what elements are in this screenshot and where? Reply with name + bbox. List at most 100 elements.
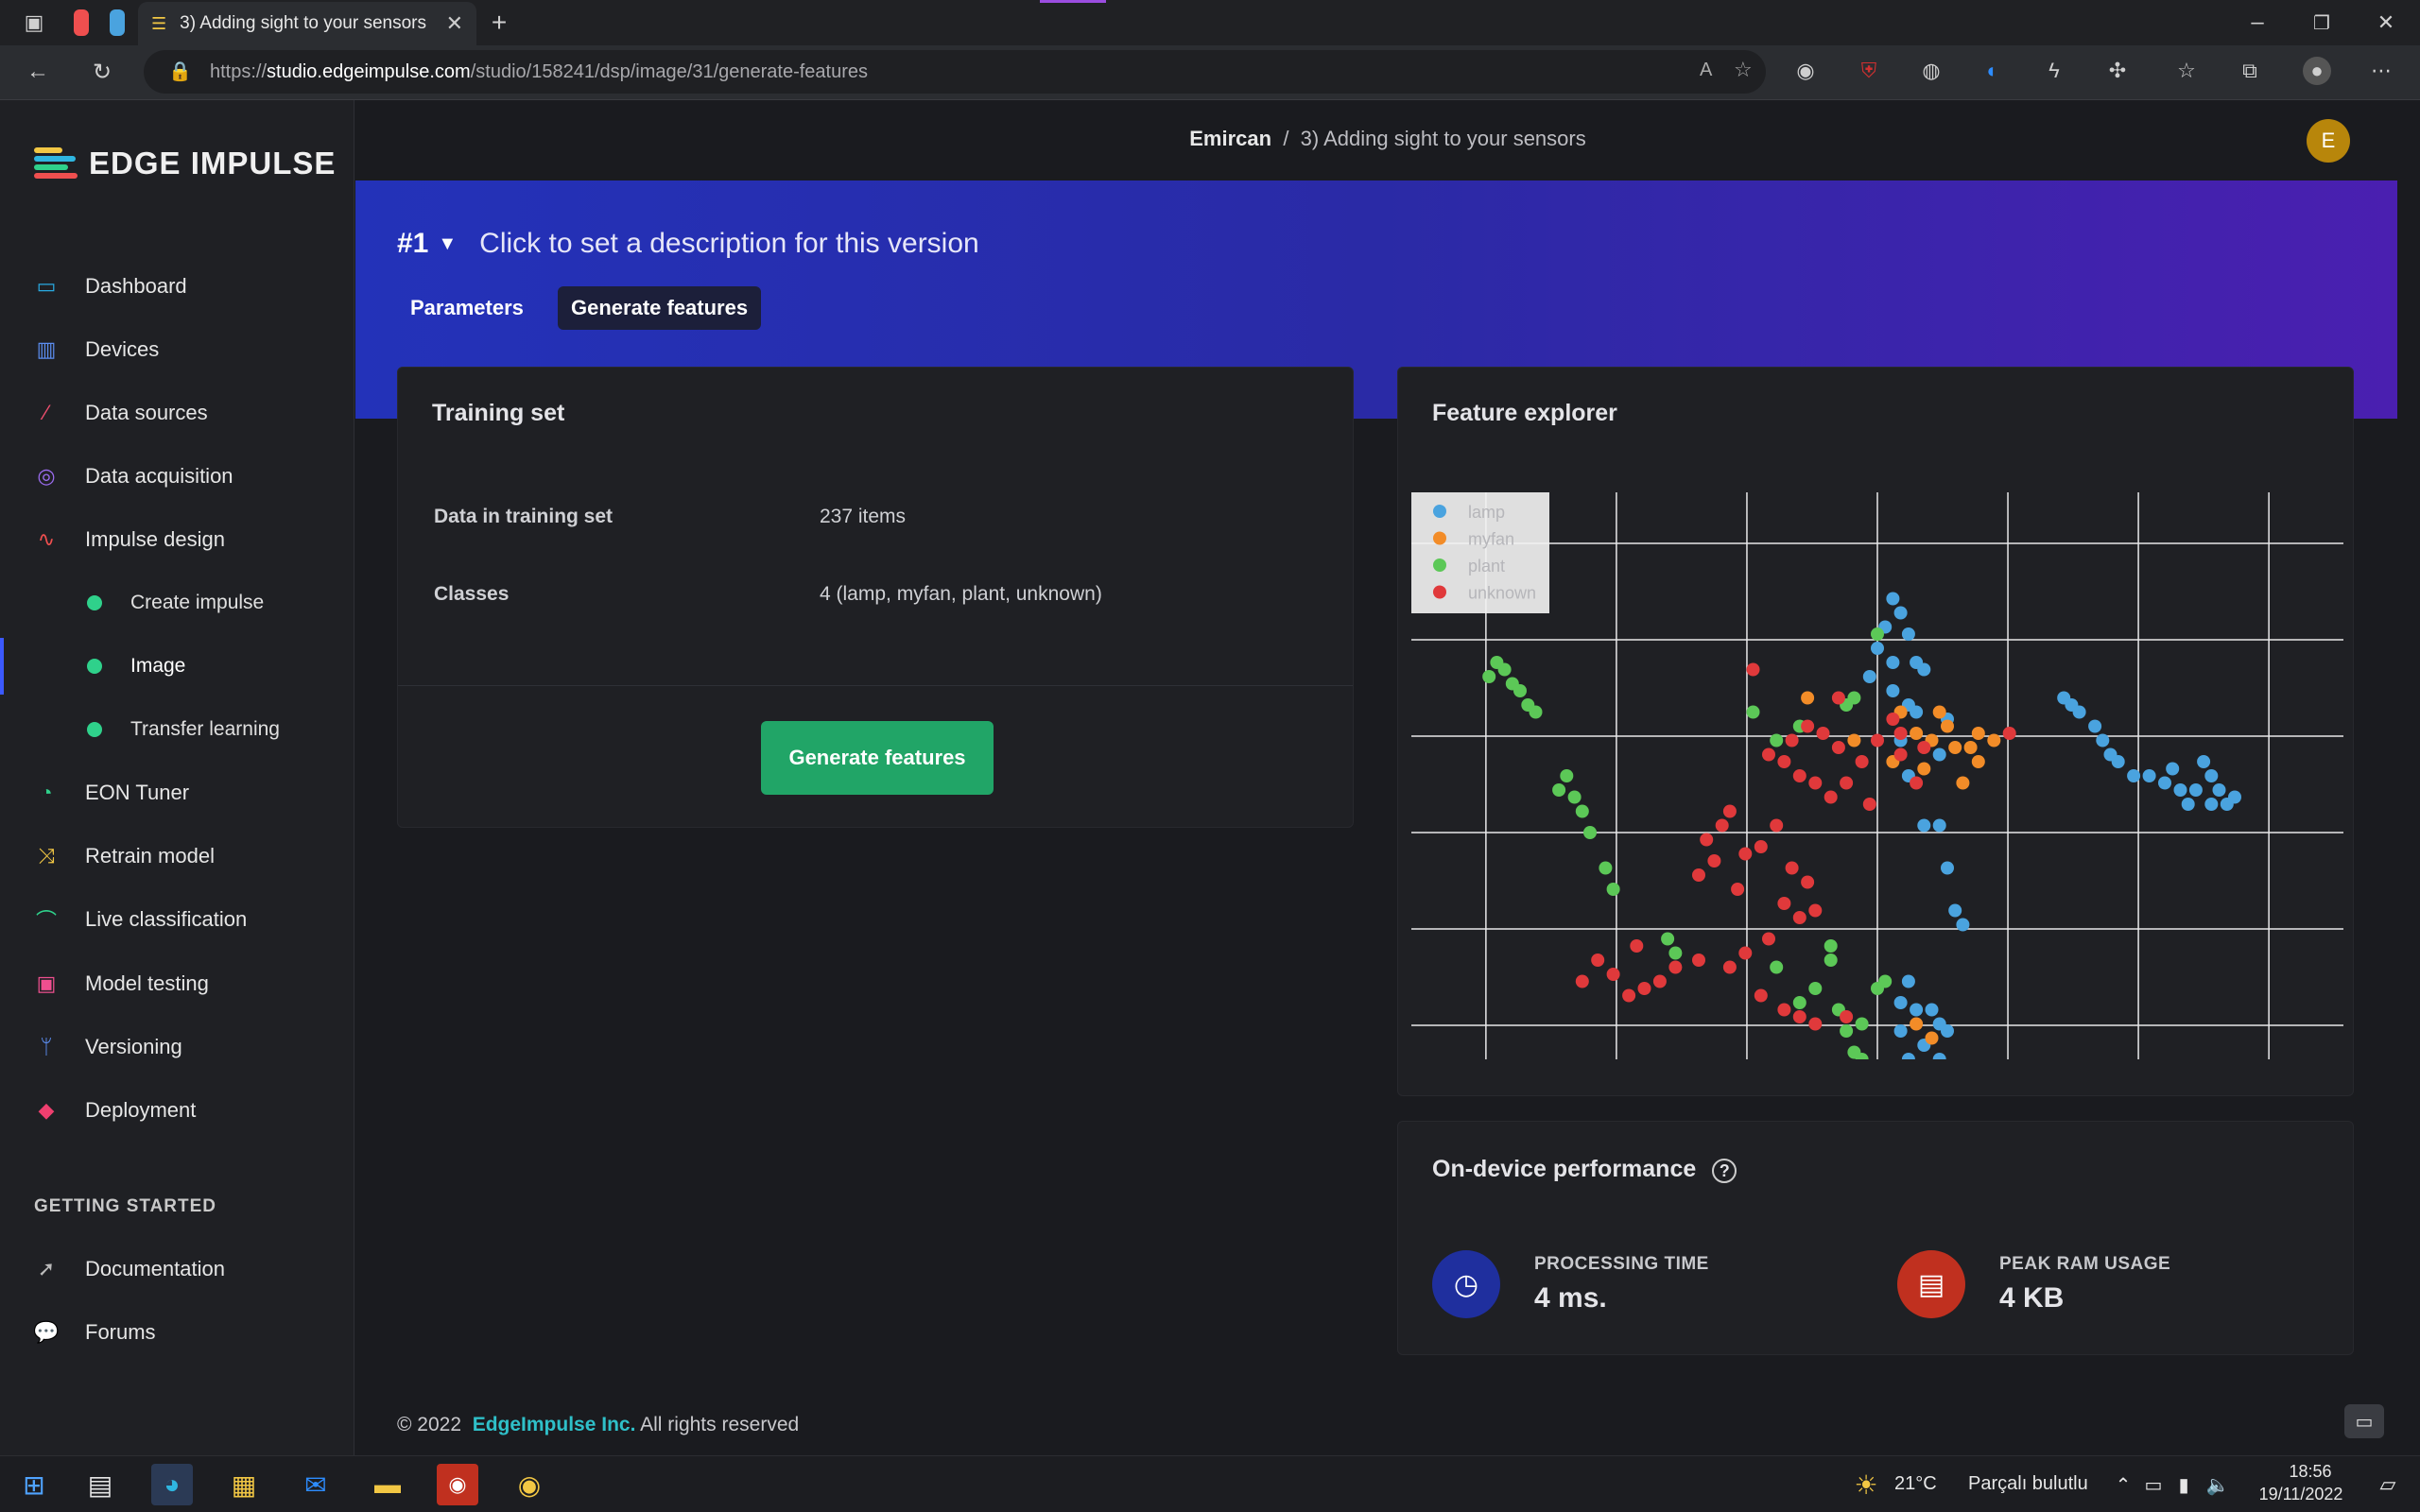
- weather-description[interactable]: Parçalı bulutlu: [1968, 1473, 2088, 1495]
- scatter-point-plant[interactable]: [1808, 982, 1823, 995]
- store-icon[interactable]: ▦: [223, 1464, 265, 1505]
- scatter-point-unknown[interactable]: [1738, 946, 1753, 960]
- scatter-point-lamp[interactable]: [1871, 642, 1884, 655]
- scatter-point-lamp[interactable]: [2142, 769, 2156, 782]
- scatter-point-lamp[interactable]: [1925, 1003, 1939, 1017]
- scatter-point-lamp[interactable]: [2197, 755, 2211, 768]
- file-explorer-icon[interactable]: ▬: [367, 1464, 408, 1505]
- sidebar-item-deployment[interactable]: ◆ Deployment: [0, 1082, 354, 1139]
- scatter-point-lamp[interactable]: [1901, 974, 1915, 988]
- weather-icon[interactable]: ☀: [1845, 1464, 1887, 1505]
- sidebar-subitem-create-impulse[interactable]: Create impulse: [0, 575, 354, 631]
- scatter-point-plant[interactable]: [1482, 670, 1496, 683]
- favorite-add-icon[interactable]: ☆: [1734, 58, 1753, 82]
- scatter-point-myfan[interactable]: [1801, 691, 1815, 705]
- scatter-point-unknown[interactable]: [1777, 897, 1791, 910]
- sidebar-item-eon-tuner[interactable]: ◔ EON Tuner: [0, 765, 354, 821]
- scatter-point-unknown[interactable]: [1840, 776, 1854, 790]
- scatter-point-unknown[interactable]: [1770, 818, 1784, 833]
- scatter-point-unknown[interactable]: [1886, 713, 1900, 726]
- scatter-point-lamp[interactable]: [2111, 755, 2125, 768]
- scatter-point-plant[interactable]: [1583, 826, 1597, 839]
- scatter-point-myfan[interactable]: [1847, 733, 1861, 747]
- scatter-point-myfan[interactable]: [1910, 1017, 1924, 1031]
- help-circle-icon[interactable]: ?: [1712, 1159, 1737, 1183]
- sidebar-item-dashboard[interactable]: ▭ Dashboard: [0, 258, 354, 315]
- scatter-point-unknown[interactable]: [1824, 790, 1838, 804]
- scatter-point-unknown[interactable]: [1692, 954, 1705, 967]
- scatter-point-unknown[interactable]: [1700, 833, 1714, 847]
- scatter-point-unknown[interactable]: [1762, 747, 1775, 762]
- generate-features-button[interactable]: Generate features: [761, 721, 994, 795]
- scatter-point-lamp[interactable]: [1948, 903, 1962, 918]
- scatter-point-unknown[interactable]: [1731, 883, 1745, 896]
- scatter-point-plant[interactable]: [1529, 705, 1543, 719]
- scatter-point-unknown[interactable]: [1785, 861, 1799, 875]
- avatar[interactable]: E: [2307, 119, 2350, 163]
- scatter-point-lamp[interactable]: [1917, 818, 1931, 833]
- chrome-icon[interactable]: ◉: [509, 1464, 550, 1505]
- sidebar-item-documentation[interactable]: ➚ Documentation: [0, 1241, 354, 1297]
- scatter-point-plant[interactable]: [1497, 662, 1512, 677]
- feature-explorer-scatter-plot[interactable]: lamp myfan plant unknown: [1411, 492, 2343, 1059]
- footer-company-link[interactable]: EdgeImpulse Inc.: [473, 1414, 636, 1435]
- scatter-point-unknown[interactable]: [1637, 982, 1651, 995]
- scatter-point-unknown[interactable]: [1715, 818, 1729, 833]
- windows-start-icon[interactable]: ⊞: [13, 1464, 55, 1505]
- edge-browser-icon[interactable]: ◕: [151, 1464, 193, 1505]
- scatter-point-lamp[interactable]: [1941, 861, 1954, 875]
- scatter-point-lamp[interactable]: [1886, 684, 1900, 697]
- refresh-icon[interactable]: ↻: [85, 55, 119, 89]
- collections-icon[interactable]: ⧉: [2236, 57, 2264, 85]
- scatter-point-unknown[interactable]: [1746, 662, 1760, 677]
- scatter-point-unknown[interactable]: [1831, 691, 1845, 705]
- scatter-point-unknown[interactable]: [2002, 727, 2016, 740]
- scatter-point-unknown[interactable]: [1722, 960, 1737, 974]
- scatter-point-plant[interactable]: [1855, 1017, 1869, 1031]
- scatter-point-unknown[interactable]: [1792, 911, 1806, 924]
- scatter-point-plant[interactable]: [1513, 684, 1527, 697]
- scatter-point-unknown[interactable]: [1754, 840, 1768, 853]
- more-menu-icon[interactable]: ⋯: [2367, 57, 2395, 85]
- scatter-point-unknown[interactable]: [1801, 719, 1815, 733]
- scatter-point-unknown[interactable]: [1652, 974, 1667, 988]
- scatter-point-lamp[interactable]: [1886, 592, 1900, 606]
- scatter-point-lamp[interactable]: [1941, 1024, 1954, 1038]
- scatter-point-lamp[interactable]: [2181, 798, 2195, 811]
- scatter-point-unknown[interactable]: [1591, 954, 1605, 967]
- mail-icon[interactable]: ✉: [295, 1464, 337, 1505]
- scatter-point-lamp[interactable]: [1893, 996, 1908, 1009]
- feedback-chat-icon[interactable]: ▭: [2344, 1404, 2384, 1438]
- pinned-tab-icon[interactable]: [74, 9, 89, 36]
- sidebar-item-data-acquisition[interactable]: ◎ Data acquisition: [0, 448, 354, 505]
- scatter-point-unknown[interactable]: [1808, 1017, 1823, 1031]
- scatter-point-plant[interactable]: [1552, 783, 1566, 797]
- scatter-point-lamp[interactable]: [2096, 733, 2110, 747]
- scatter-point-lamp[interactable]: [2127, 769, 2141, 782]
- scatter-point-lamp[interactable]: [2228, 790, 2241, 804]
- scatter-point-unknown[interactable]: [1668, 960, 1683, 974]
- scatter-point-lamp[interactable]: [1932, 747, 1946, 762]
- scatter-point-lamp[interactable]: [1886, 656, 1900, 669]
- minimize-icon[interactable]: –: [2240, 6, 2274, 40]
- task-view-icon[interactable]: ▤: [79, 1464, 121, 1505]
- ublock-icon[interactable]: ⛨: [1855, 57, 1883, 85]
- scatter-point-myfan[interactable]: [1956, 776, 1970, 790]
- sidebar-item-model-testing[interactable]: ▣ Model testing: [0, 955, 354, 1012]
- breadcrumb-user[interactable]: Emircan: [1189, 127, 1271, 150]
- scatter-point-lamp[interactable]: [2212, 783, 2226, 797]
- browser-tab-active[interactable]: ☰ 3) Adding sight to your sensors ✕: [138, 2, 476, 45]
- scatter-point-plant[interactable]: [1770, 733, 1784, 747]
- scatter-point-unknown[interactable]: [1785, 733, 1799, 747]
- scatter-point-lamp[interactable]: [2166, 762, 2180, 776]
- scatter-point-unknown[interactable]: [1792, 1010, 1806, 1023]
- scatter-point-unknown[interactable]: [1801, 875, 1815, 889]
- scatter-point-lamp[interactable]: [1932, 1053, 1946, 1059]
- scatter-point-unknown[interactable]: [1738, 847, 1753, 861]
- scatter-point-unknown[interactable]: [1692, 868, 1705, 882]
- sidebar-subitem-image[interactable]: Image: [0, 638, 354, 695]
- scatter-point-plant[interactable]: [1567, 790, 1582, 804]
- scatter-point-lamp[interactable]: [1893, 606, 1908, 620]
- scatter-point-myfan[interactable]: [1948, 741, 1962, 754]
- scatter-point-unknown[interactable]: [1777, 755, 1791, 768]
